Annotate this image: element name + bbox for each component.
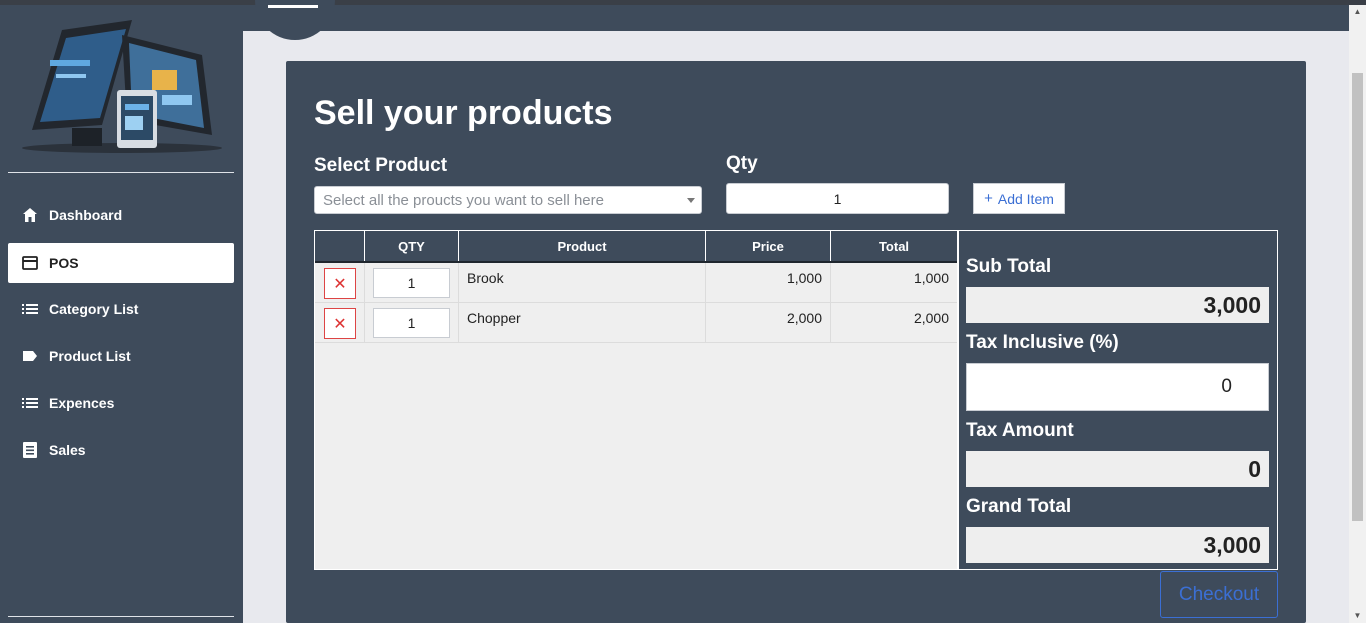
row-price-cell: 1,000 (706, 263, 831, 303)
grand-total-label: Grand Total (966, 496, 1072, 517)
product-select-placeholder: Select all the proucts you want to sell … (323, 192, 604, 209)
remove-item-button[interactable]: ✕ (324, 268, 356, 299)
sub-total-label: Sub Total (966, 256, 1052, 277)
tax-inclusive-label: Tax Inclusive (%) (966, 332, 1119, 353)
sidebar-item-sales[interactable]: Sales (8, 430, 234, 470)
qty-input[interactable] (726, 183, 949, 214)
column-header-price: Price (706, 231, 831, 261)
product-select[interactable]: Select all the proucts you want to sell … (314, 186, 702, 214)
sidebar-item-category-list[interactable]: Category List (8, 289, 234, 329)
row-price-cell: 2,000 (706, 303, 831, 343)
sidebar-item-label: Sales (49, 442, 86, 458)
table-header: QTY Product Price Total (315, 231, 957, 263)
sidebar-item-label: POS (49, 255, 79, 271)
row-product-cell: Chopper (459, 303, 706, 343)
row-action-cell: ✕ (315, 303, 365, 343)
row-qty-input[interactable] (373, 268, 450, 298)
column-header-actions (315, 231, 365, 261)
scroll-up-arrow-icon[interactable]: ▲ (1352, 7, 1363, 17)
document-icon (21, 441, 39, 459)
grand-total-value: 3,000 (966, 527, 1269, 563)
sidebar-item-product-list[interactable]: Product List (8, 336, 234, 376)
row-price: 2,000 (786, 310, 822, 326)
row-product-cell: Brook (459, 263, 706, 303)
row-qty-cell (365, 263, 459, 303)
tag-icon (21, 347, 39, 365)
list-icon (21, 300, 39, 318)
row-product-name: Chopper (467, 310, 521, 326)
tax-amount-label: Tax Amount (966, 420, 1074, 441)
close-icon: ✕ (333, 275, 347, 293)
row-total-cell: 2,000 (831, 303, 957, 343)
chevron-down-icon (687, 198, 695, 203)
sidebar-bottom-divider (8, 616, 234, 617)
column-header-total: Total (878, 238, 910, 254)
sidebar-item-dashboard[interactable]: Dashboard (8, 195, 234, 235)
page-title: Sell your products (314, 94, 613, 132)
add-item-label: Add Item (997, 190, 1054, 207)
qty-label: Qty (726, 153, 758, 174)
row-total-cell: 1,000 (831, 263, 957, 303)
row-qty-input[interactable] (373, 308, 450, 338)
header-tab-indicator (268, 5, 318, 8)
sub-total-value: 3,000 (966, 287, 1269, 323)
items-table: QTY Product Price Total ✕ Brook 1,000 1,… (314, 230, 958, 570)
sidebar-item-pos[interactable]: POS (8, 243, 234, 283)
sidebar-divider (8, 172, 234, 173)
row-price: 1,000 (786, 270, 822, 286)
close-icon: ✕ (333, 315, 347, 333)
tax-inclusive-input[interactable] (966, 363, 1269, 411)
add-item-button[interactable]: + Add Item (973, 183, 1065, 214)
tax-amount-value: 0 (966, 451, 1269, 487)
row-product-name: Brook (467, 270, 504, 286)
home-icon (21, 206, 39, 224)
row-qty-cell (365, 303, 459, 343)
select-product-label: Select Product (314, 155, 448, 176)
pos-terminal-logo (22, 20, 222, 153)
remove-item-button[interactable]: ✕ (324, 308, 356, 339)
plus-icon: + (984, 190, 993, 207)
column-header-qty: QTY (365, 231, 459, 261)
row-action-cell: ✕ (315, 263, 365, 303)
sidebar-item-label: Category List (49, 301, 139, 317)
list-icon (21, 394, 39, 412)
sidebar-item-label: Expences (49, 395, 115, 411)
table-row: ✕ Chopper 2,000 2,000 (315, 303, 957, 343)
sidebar-item-expences[interactable]: Expences (8, 383, 234, 423)
sidebar-item-label: Product List (49, 348, 131, 364)
top-header-bar (243, 5, 1349, 31)
column-header-product: Product (459, 231, 706, 261)
table-row: ✕ Brook 1,000 1,000 (315, 263, 957, 303)
scrollbar-thumb[interactable] (1352, 73, 1363, 521)
checkout-button[interactable]: Checkout (1160, 571, 1278, 618)
sidebar-item-label: Dashboard (49, 207, 123, 223)
row-total: 2,000 (913, 310, 949, 326)
row-total: 1,000 (913, 270, 949, 286)
scroll-down-arrow-icon[interactable]: ▼ (1352, 611, 1363, 621)
card-icon (21, 254, 39, 272)
